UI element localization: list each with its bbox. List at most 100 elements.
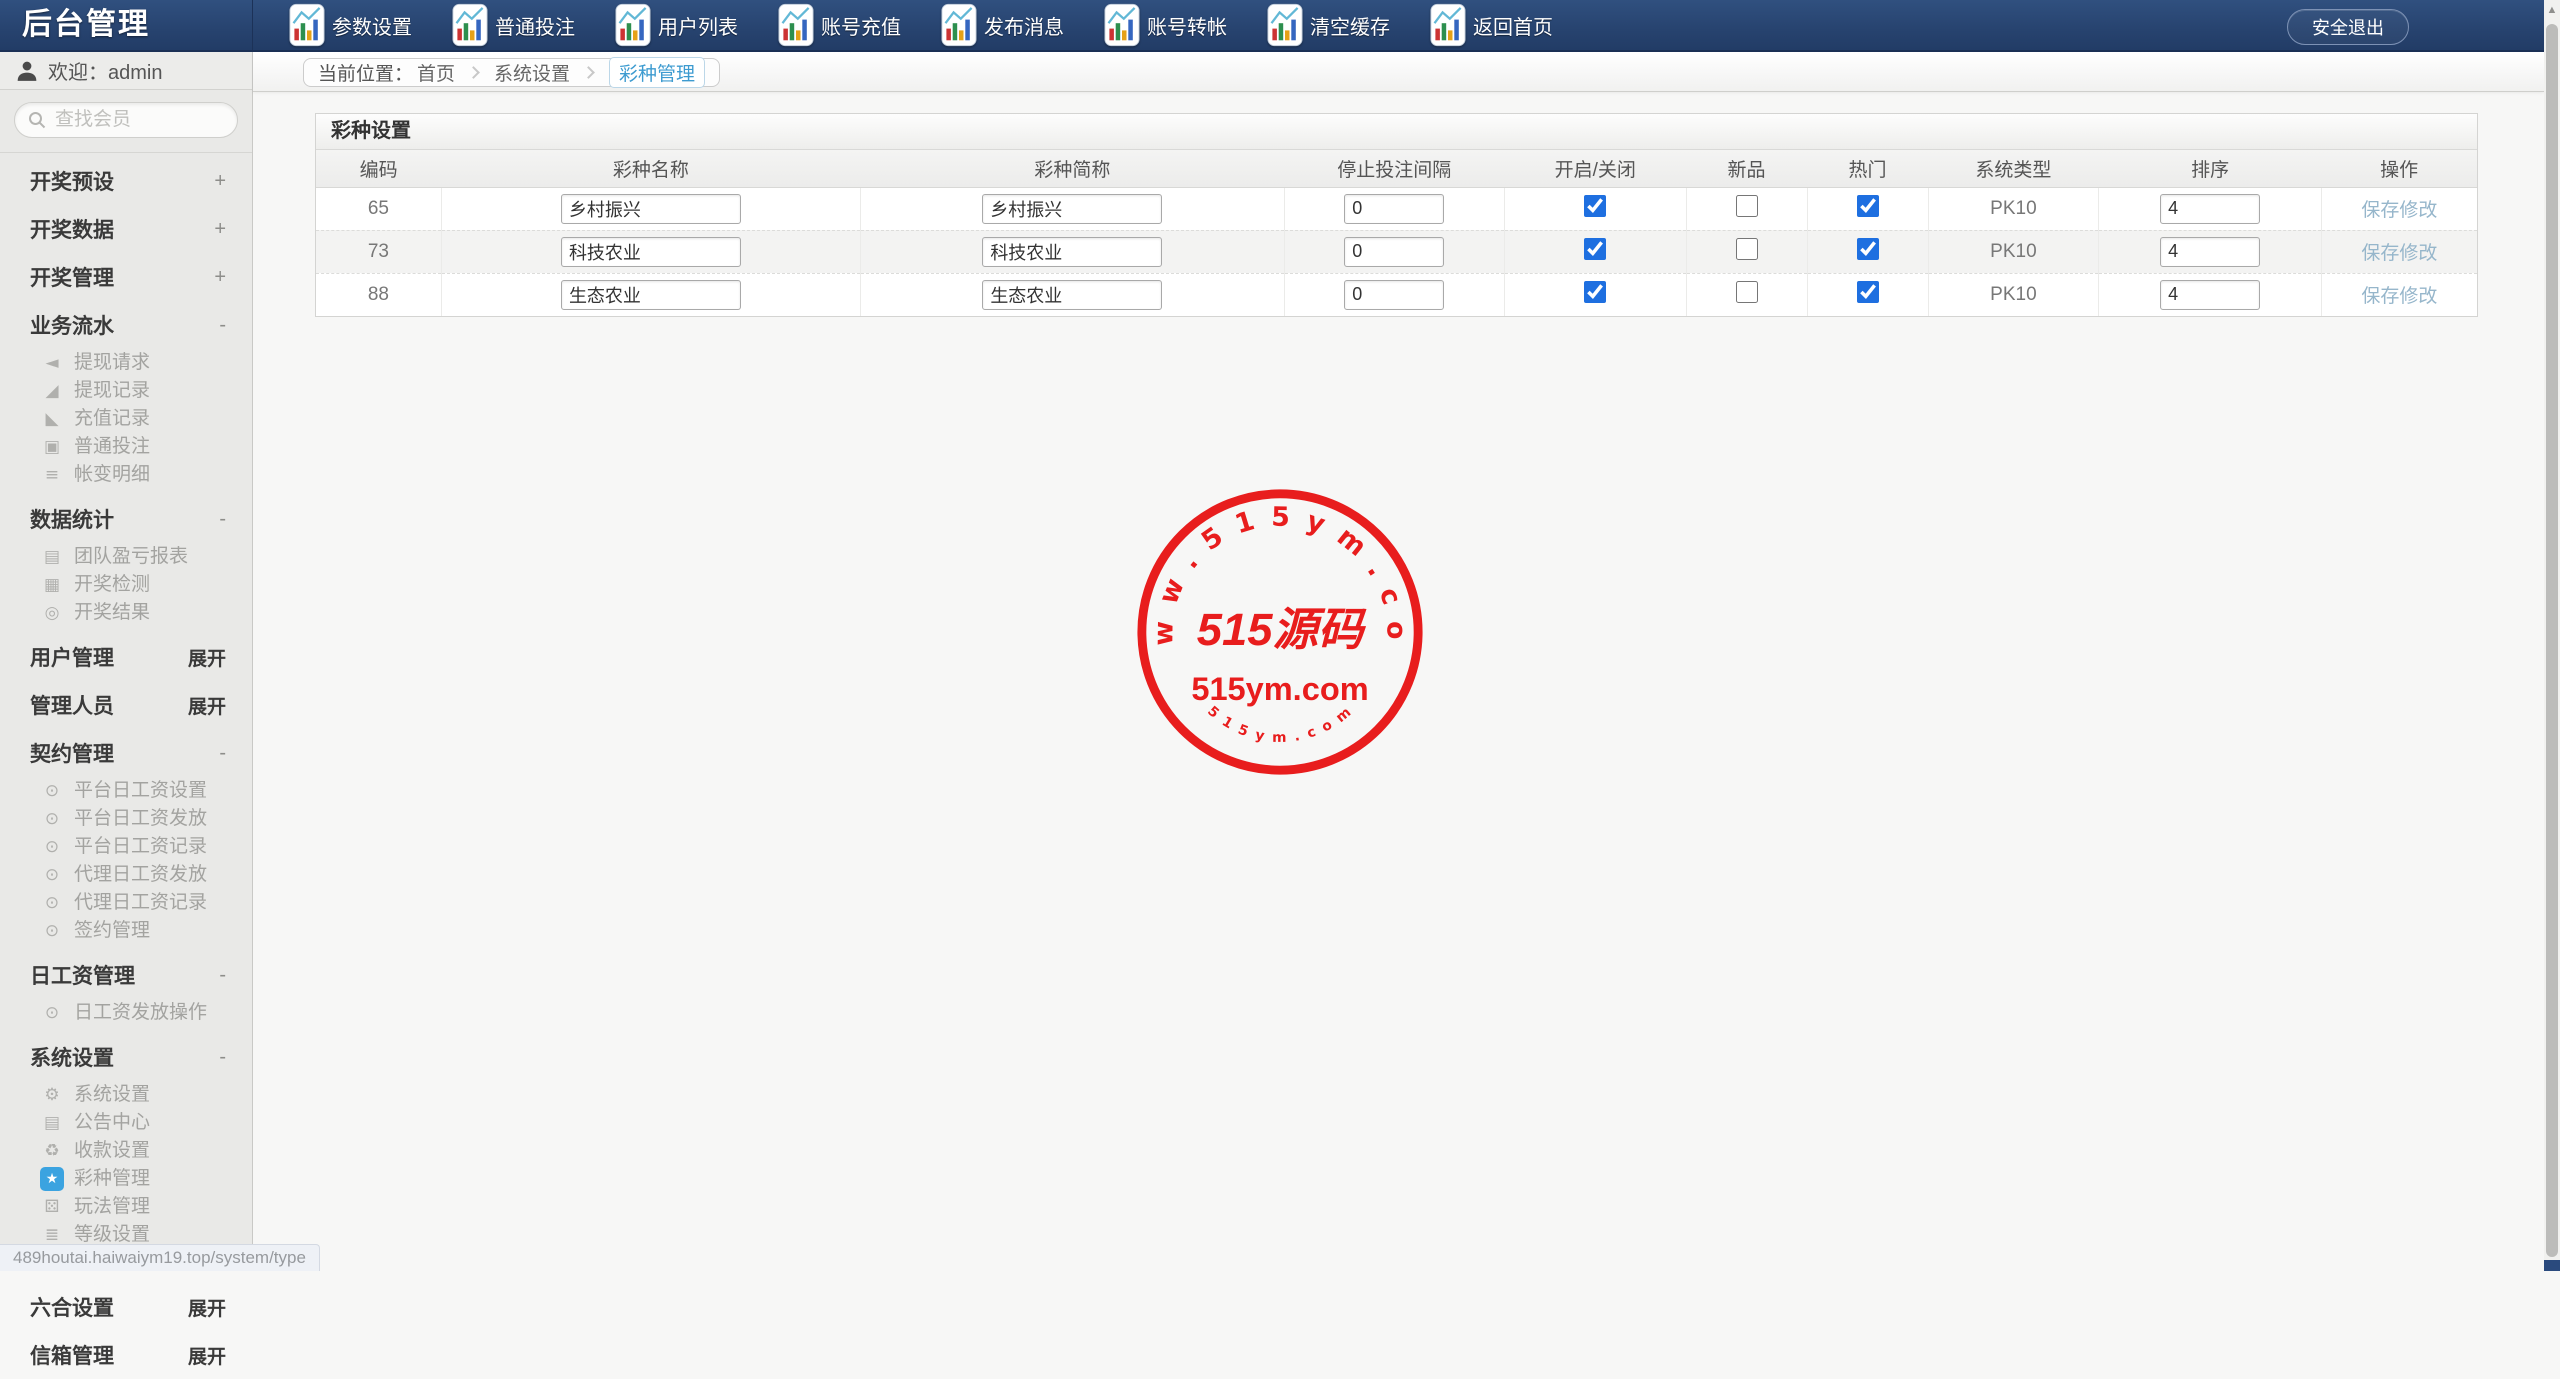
- minus-toggle-icon[interactable]: -: [219, 314, 226, 337]
- breadcrumb-section-link[interactable]: 系统设置: [494, 59, 570, 86]
- scroll-up-icon[interactable]: ▲: [2544, 4, 2560, 16]
- open-close-checkbox[interactable]: [1584, 195, 1606, 217]
- nav-item-params[interactable]: 参数设置: [289, 3, 412, 47]
- sidebar-item-wage-pay-operate[interactable]: ⊙日工资发放操作: [0, 999, 252, 1027]
- sidebar-item-platform-wage-pay[interactable]: ⊙平台日工资发放: [0, 805, 252, 833]
- member-search-box[interactable]: [14, 102, 238, 138]
- nav-label: 返回首页: [1473, 11, 1553, 40]
- expand-toggle[interactable]: 展开: [188, 692, 226, 719]
- sidebar-item-agent-wage-record[interactable]: ⊙代理日工资记录: [0, 889, 252, 917]
- sidebar-item-draw-check[interactable]: ▦开奖检测: [0, 571, 252, 599]
- save-edit-link[interactable]: 保存修改: [2361, 243, 2437, 264]
- breadcrumb-home-link[interactable]: 首页: [417, 59, 455, 86]
- lottery-name-input[interactable]: [561, 280, 741, 310]
- plus-toggle-icon[interactable]: +: [214, 218, 226, 241]
- save-edit-link[interactable]: 保存修改: [2361, 200, 2437, 221]
- nav-item-back-home[interactable]: 返回首页: [1430, 3, 1553, 47]
- expand-toggle[interactable]: 展开: [188, 1342, 226, 1369]
- sidebar-item-play-method-manage[interactable]: ⚄玩法管理: [0, 1193, 252, 1221]
- welcome-text: 欢迎：admin: [48, 56, 162, 85]
- section-header[interactable]: 数据统计 -: [0, 495, 252, 543]
- section-header[interactable]: 日工资管理 -: [0, 951, 252, 999]
- target-icon: ◎: [40, 601, 64, 625]
- sidebar-item-lottery-type-manage[interactable]: ★彩种管理: [0, 1165, 252, 1193]
- sidebar-section-mailbox-manage: 信箱管理 展开: [0, 1331, 252, 1379]
- scrollbar-thumb[interactable]: [2546, 24, 2558, 1257]
- col-header: 彩种简称: [861, 150, 1285, 187]
- new-checkbox[interactable]: [1736, 281, 1758, 303]
- minus-toggle-icon[interactable]: -: [219, 964, 226, 987]
- sidebar-item-withdraw-request[interactable]: ◄提现请求: [0, 349, 252, 377]
- sidebar-item-draw-result[interactable]: ◎开奖结果: [0, 599, 252, 627]
- lottery-abbr-input[interactable]: [982, 280, 1162, 310]
- section-header[interactable]: 业务流水 -: [0, 301, 252, 349]
- section-header[interactable]: 六合设置 展开: [0, 1283, 252, 1331]
- section-header[interactable]: 开奖管理 +: [0, 253, 252, 301]
- sidebar-section-liuhe-settings: 六合设置 展开: [0, 1283, 252, 1331]
- sidebar-item-sign-manage[interactable]: ⊙签约管理: [0, 917, 252, 945]
- nav-item-user-list[interactable]: 用户列表: [615, 3, 738, 47]
- minus-toggle-icon[interactable]: -: [219, 508, 226, 531]
- breadcrumb: 当前位置： 首页 系统设置 彩种管理: [303, 58, 720, 87]
- stop-interval-input[interactable]: [1344, 194, 1444, 224]
- hot-checkbox[interactable]: [1857, 195, 1879, 217]
- minus-toggle-icon[interactable]: -: [219, 1046, 226, 1069]
- new-checkbox[interactable]: [1736, 195, 1758, 217]
- plus-toggle-icon[interactable]: +: [214, 266, 226, 289]
- lottery-settings-table: 编码 彩种名称 彩种简称 停止投注间隔 开启/关闭 新品 热门 系统类型 排序 …: [316, 150, 2477, 316]
- sidebar-item-normal-bet[interactable]: ▣普通投注: [0, 433, 252, 461]
- speaker-icon: ◄: [40, 351, 64, 375]
- nav-item-normal-bet[interactable]: 普通投注: [452, 3, 575, 47]
- sort-input[interactable]: [2160, 237, 2260, 267]
- expand-toggle[interactable]: 展开: [188, 644, 226, 671]
- sidebar-section-lottery-data: 开奖数据 +: [0, 205, 252, 253]
- open-close-checkbox[interactable]: [1584, 238, 1606, 260]
- lottery-abbr-input[interactable]: [982, 237, 1162, 267]
- sidebar-item-team-report[interactable]: ▤团队盈亏报表: [0, 543, 252, 571]
- sort-input[interactable]: [2160, 280, 2260, 310]
- search-input[interactable]: [55, 109, 225, 131]
- expand-toggle[interactable]: 展开: [188, 1294, 226, 1321]
- lottery-name-input[interactable]: [561, 237, 741, 267]
- new-checkbox[interactable]: [1736, 238, 1758, 260]
- sidebar-item-payment-settings[interactable]: ♻收款设置: [0, 1137, 252, 1165]
- stop-interval-input[interactable]: [1344, 280, 1444, 310]
- balloon-icon: ⊙: [40, 835, 64, 859]
- sidebar-item-agent-wage-pay[interactable]: ⊙代理日工资发放: [0, 861, 252, 889]
- sidebar-item-recharge-record[interactable]: ◣充值记录: [0, 405, 252, 433]
- sidebar-item-platform-wage-record[interactable]: ⊙平台日工资记录: [0, 833, 252, 861]
- section-header[interactable]: 管理人员 展开: [0, 681, 252, 729]
- logout-button[interactable]: 安全退出: [2287, 9, 2409, 45]
- section-header[interactable]: 契约管理 -: [0, 729, 252, 777]
- section-header[interactable]: 系统设置 -: [0, 1033, 252, 1081]
- nav-item-transfer[interactable]: 账号转帐: [1104, 3, 1227, 47]
- section-header[interactable]: 用户管理 展开: [0, 633, 252, 681]
- vertical-scrollbar[interactable]: ▲: [2544, 0, 2560, 1271]
- save-edit-link[interactable]: 保存修改: [2361, 286, 2437, 307]
- sidebar-item-account-detail[interactable]: ≡帐变明细: [0, 461, 252, 489]
- stop-interval-input[interactable]: [1344, 237, 1444, 267]
- minus-toggle-icon[interactable]: -: [219, 742, 226, 765]
- open-close-checkbox[interactable]: [1584, 281, 1606, 303]
- balloon-icon: ⊙: [40, 863, 64, 887]
- nav-item-publish-msg[interactable]: 发布消息: [941, 3, 1064, 47]
- nav-item-clear-cache[interactable]: 清空缓存: [1267, 3, 1390, 47]
- sidebar-item-withdraw-record[interactable]: ◢提现记录: [0, 377, 252, 405]
- nav-item-recharge[interactable]: 账号充值: [778, 3, 901, 47]
- section-header[interactable]: 开奖数据 +: [0, 205, 252, 253]
- sidebar-item-announcement-center[interactable]: ▤公告中心: [0, 1109, 252, 1137]
- breadcrumb-current: 彩种管理: [609, 57, 705, 88]
- lottery-abbr-input[interactable]: [982, 194, 1162, 224]
- bar-chart-icon: [941, 3, 977, 47]
- balloon-icon: ⊙: [40, 891, 64, 915]
- sidebar-item-system-settings[interactable]: ⚙系统设置: [0, 1081, 252, 1109]
- section-header[interactable]: 信箱管理 展开: [0, 1331, 252, 1379]
- hot-checkbox[interactable]: [1857, 238, 1879, 260]
- section-header[interactable]: 开奖预设 +: [0, 157, 252, 205]
- lottery-name-input[interactable]: [561, 194, 741, 224]
- sidebar-item-platform-wage-set[interactable]: ⊙平台日工资设置: [0, 777, 252, 805]
- plus-toggle-icon[interactable]: +: [214, 170, 226, 193]
- hot-checkbox[interactable]: [1857, 281, 1879, 303]
- sort-input[interactable]: [2160, 194, 2260, 224]
- chevron-right-icon: [467, 66, 480, 79]
